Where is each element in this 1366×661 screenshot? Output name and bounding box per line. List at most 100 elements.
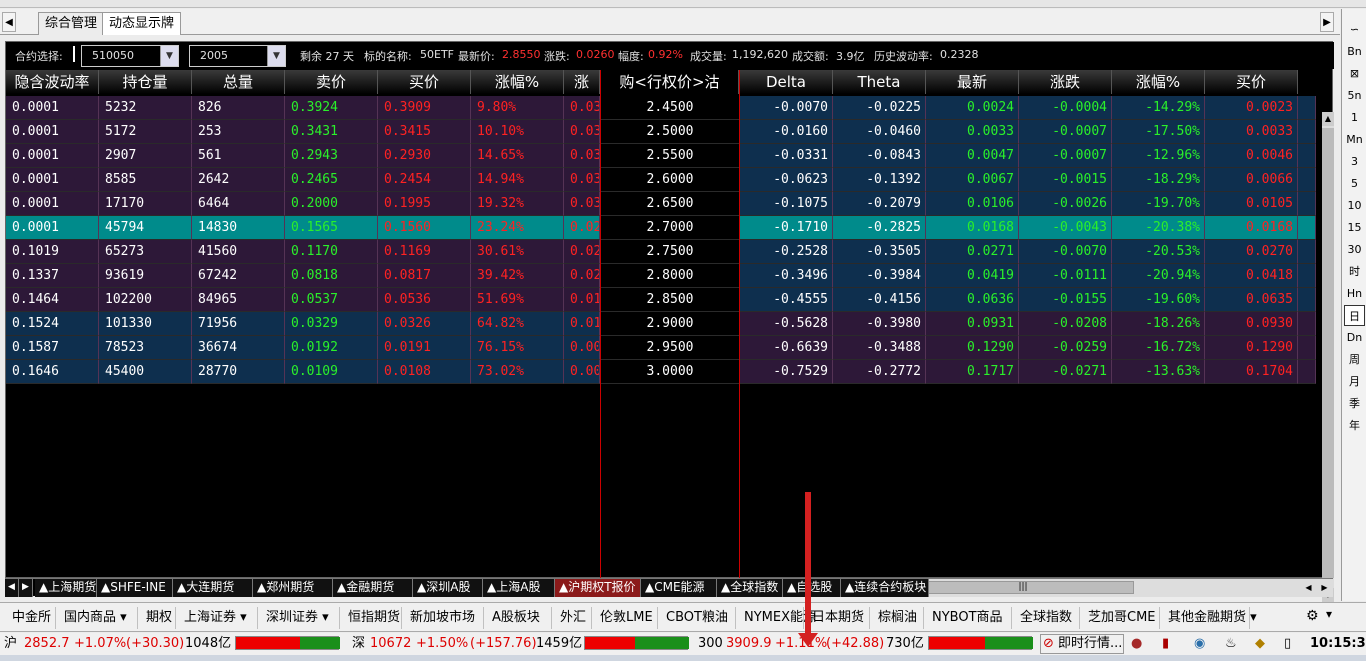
put-rpct-cell[interactable]: -18.29%: [1112, 168, 1205, 192]
column-header[interactable]: 卖价: [285, 70, 378, 94]
call-iv-cell[interactable]: 0.1464: [6, 288, 99, 312]
call-ask-cell[interactable]: 0.2465: [285, 168, 378, 192]
table-row[interactable]: 0.0001 5232 826 0.3924 0.3909 9.80% 0.03 2.4500…: [6, 96, 1316, 120]
call-x-cell[interactable]: 0.00: [564, 360, 600, 384]
toolbar-button[interactable]: 新加坡市场: [402, 607, 484, 629]
call-iv-cell[interactable]: 0.0001: [6, 96, 99, 120]
settings-gear-icon[interactable]: ⚙: [1306, 609, 1320, 623]
tab-comprehensive[interactable]: 综合管理: [38, 12, 105, 35]
put-rpct-cell[interactable]: -19.60%: [1112, 288, 1205, 312]
tag-icon[interactable]: ◆: [1255, 633, 1265, 655]
call-ask-cell[interactable]: 0.1565: [285, 216, 378, 240]
call-ask-cell[interactable]: 0.0329: [285, 312, 378, 336]
toolbar-button[interactable]: 中金所: [4, 607, 56, 629]
notebook-icon[interactable]: ▯: [1284, 633, 1291, 655]
call-vol-cell[interactable]: 2642: [192, 168, 285, 192]
period-button[interactable]: 5n: [1344, 85, 1365, 106]
put-rpct-cell[interactable]: -17.50%: [1112, 120, 1205, 144]
call-ask-cell[interactable]: 0.0818: [285, 264, 378, 288]
refresh-icon[interactable]: ◉: [1194, 633, 1205, 655]
period-button[interactable]: 15: [1344, 217, 1365, 238]
period-button[interactable]: 1: [1344, 107, 1365, 128]
chevron-down-icon[interactable]: ▼: [267, 46, 285, 66]
put-theta-cell[interactable]: -0.2825: [833, 216, 926, 240]
column-header[interactable]: 涨幅%: [471, 70, 564, 94]
table-row[interactable]: 0.0001 5172 253 0.3431 0.3415 10.10% 0.03 2.500…: [6, 120, 1316, 144]
put-rbid-cell[interactable]: 0.0930: [1205, 312, 1298, 336]
toolbar-button[interactable]: 恒指期货: [340, 607, 402, 629]
period-button[interactable]: 时: [1344, 261, 1365, 282]
put-rpct-cell[interactable]: -20.53%: [1112, 240, 1205, 264]
put-rbid-cell[interactable]: 0.0168: [1205, 216, 1298, 240]
strike-price-cell[interactable]: 2.5000: [601, 120, 739, 144]
put-rbid-cell[interactable]: 0.1704: [1205, 360, 1298, 384]
period-button[interactable]: 3: [1344, 151, 1365, 172]
period-button[interactable]: 季: [1344, 393, 1365, 414]
period-button[interactable]: 5: [1344, 173, 1365, 194]
scroll-up-icon[interactable]: ▲: [1322, 112, 1334, 126]
period-button[interactable]: Dn: [1344, 327, 1365, 348]
column-header[interactable]: 总量: [192, 70, 285, 94]
period-button[interactable]: ⊠: [1344, 63, 1365, 84]
put-last-cell[interactable]: 0.0067: [926, 168, 1019, 192]
call-bid-cell[interactable]: 0.0191: [378, 336, 471, 360]
call-oi-cell[interactable]: 78523: [99, 336, 192, 360]
call-bid-cell[interactable]: 0.0817: [378, 264, 471, 288]
call-oi-cell[interactable]: 5172: [99, 120, 192, 144]
put-chg-cell[interactable]: -0.0155: [1019, 288, 1112, 312]
chevron-down-icon[interactable]: ▼: [160, 46, 178, 66]
joystick-icon[interactable]: ●: [1131, 633, 1142, 655]
put-delta-cell[interactable]: -0.7529: [740, 360, 833, 384]
call-pct-cell[interactable]: 14.94%: [471, 168, 564, 192]
sheet-prev-icon[interactable]: ◀: [5, 579, 19, 597]
column-header[interactable]: 持仓量: [99, 70, 192, 94]
call-iv-cell[interactable]: 0.0001: [6, 168, 99, 192]
sheet-tab[interactable]: ▲上海期货: [35, 579, 97, 597]
period-button[interactable]: ∽: [1344, 19, 1365, 40]
call-pct-cell[interactable]: 23.24%: [471, 216, 564, 240]
put-last-cell[interactable]: 0.0024: [926, 96, 1019, 120]
put-theta-cell[interactable]: -0.0460: [833, 120, 926, 144]
column-header[interactable]: 买价: [378, 70, 471, 94]
put-rbid-cell[interactable]: 0.0066: [1205, 168, 1298, 192]
call-x-cell[interactable]: 0.00: [564, 336, 600, 360]
toolbar-button[interactable]: 伦敦LME: [592, 607, 658, 629]
put-chg-cell[interactable]: -0.0043: [1019, 216, 1112, 240]
put-delta-cell[interactable]: -0.0331: [740, 144, 833, 168]
sheet-tab[interactable]: ▲CME能源: [641, 579, 717, 597]
put-last-cell[interactable]: 0.0271: [926, 240, 1019, 264]
table-row[interactable]: 0.1587 78523 36674 0.0192 0.0191 76.15% 0.00 2.…: [6, 336, 1316, 360]
call-vol-cell[interactable]: 561: [192, 144, 285, 168]
call-vol-cell[interactable]: 41560: [192, 240, 285, 264]
toolbar-button[interactable]: A股板块: [484, 607, 552, 629]
call-bid-cell[interactable]: 0.2930: [378, 144, 471, 168]
call-oi-cell[interactable]: 5232: [99, 96, 192, 120]
put-delta-cell[interactable]: -0.1710: [740, 216, 833, 240]
call-ask-cell[interactable]: 0.3924: [285, 96, 378, 120]
call-vol-cell[interactable]: 71956: [192, 312, 285, 336]
put-delta-cell[interactable]: -0.0160: [740, 120, 833, 144]
call-pct-cell[interactable]: 30.61%: [471, 240, 564, 264]
call-x-cell[interactable]: 0.03: [564, 144, 600, 168]
scroll-thumb[interactable]: [1322, 128, 1334, 578]
put-rbid-cell[interactable]: 0.0033: [1205, 120, 1298, 144]
put-last-cell[interactable]: 0.0636: [926, 288, 1019, 312]
put-chg-cell[interactable]: -0.0111: [1019, 264, 1112, 288]
put-chg-cell[interactable]: -0.0015: [1019, 168, 1112, 192]
strike-header[interactable]: 购<行权价>沽: [601, 70, 739, 94]
toolbar-dropdown-icon[interactable]: ▾: [1326, 607, 1332, 621]
put-last-cell[interactable]: 0.0106: [926, 192, 1019, 216]
sheet-tab[interactable]: ▲郑州期货: [253, 579, 333, 597]
toolbar-button[interactable]: NYMEX能源: [736, 607, 816, 629]
call-vol-cell[interactable]: 67242: [192, 264, 285, 288]
put-delta-cell[interactable]: -0.1075: [740, 192, 833, 216]
put-chg-cell[interactable]: -0.0208: [1019, 312, 1112, 336]
call-bid-cell[interactable]: 0.1560: [378, 216, 471, 240]
sheet-next-icon[interactable]: ▶: [19, 579, 33, 597]
table-row[interactable]: 0.1464 102200 84965 0.0537 0.0536 51.69% 0.01 2…: [6, 288, 1316, 312]
call-x-cell[interactable]: 0.03: [564, 120, 600, 144]
sheet-tab[interactable]: ▲大连期货: [173, 579, 253, 597]
put-chg-cell[interactable]: -0.0007: [1019, 144, 1112, 168]
call-iv-cell[interactable]: 0.1646: [6, 360, 99, 384]
strike-price-cell[interactable]: 2.6500: [601, 192, 739, 216]
